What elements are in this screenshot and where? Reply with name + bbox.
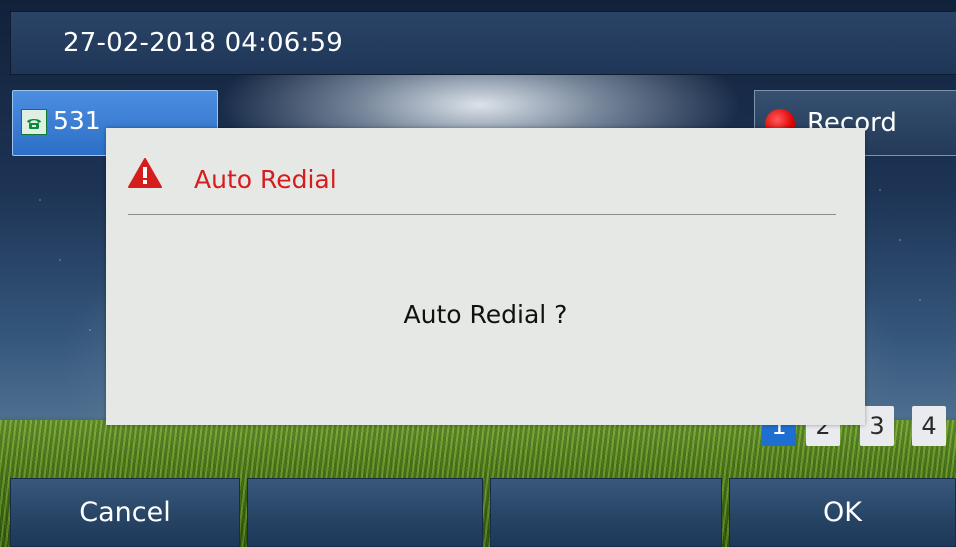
page-indicator-3[interactable]: 3 [860,406,894,446]
softkey-3[interactable] [490,478,722,547]
dialog-title: Auto Redial [194,165,337,194]
cancel-softkey[interactable]: Cancel [10,478,240,547]
dialog-message: Auto Redial ? [403,300,568,329]
ok-softkey[interactable]: OK [729,478,956,547]
line-key-label: 531 [53,106,101,135]
warning-icon [128,158,162,188]
date-time: 27-02-2018 04:06:59 [63,28,343,58]
softkey-2[interactable] [247,478,483,547]
auto-redial-dialog: Auto Redial Auto Redial ? [106,128,865,425]
dialog-divider [128,214,836,215]
page-indicator-4[interactable]: 4 [912,406,946,446]
status-bar: 27-02-2018 04:06:59 [10,11,956,75]
phone-icon [21,109,47,135]
softkey-bar: Cancel OK [0,478,956,547]
phone-screen: 27-02-2018 04:06:59 531 Record 1 2 3 4 C… [0,0,956,547]
